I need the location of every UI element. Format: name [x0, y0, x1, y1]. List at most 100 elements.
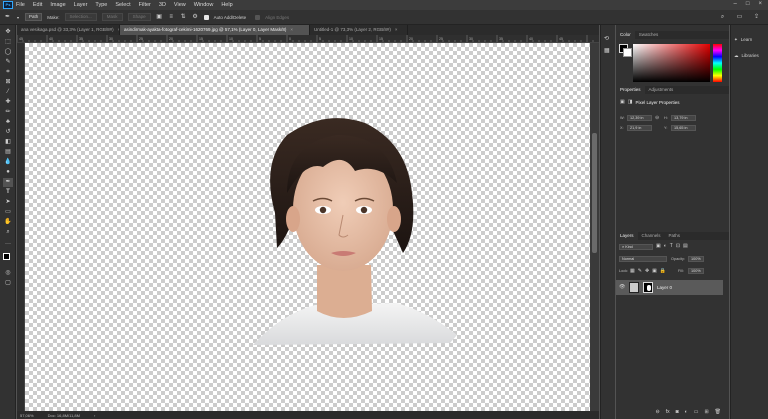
zoom-tool-icon[interactable]: ⌕ — [3, 228, 13, 237]
doc-tab-active-image[interactable]: asindirmak-ayakta-fotograf-cekimi-162076… — [120, 25, 310, 35]
brush-tool-icon[interactable]: ✏ — [3, 108, 13, 117]
bg-color-swatch[interactable] — [623, 48, 632, 57]
lock-artboard-icon[interactable]: ▣ — [652, 268, 657, 274]
learn-panel-button[interactable]: ✦ Learn — [734, 37, 752, 43]
menu-edit[interactable]: Edit — [33, 2, 42, 8]
screen-mode-icon[interactable]: ▢ — [3, 279, 13, 288]
blend-mode-select[interactable]: Normal — [619, 256, 667, 262]
menu-file[interactable]: File — [16, 2, 25, 8]
foreground-color-swatch[interactable] — [3, 253, 10, 260]
tab-layers[interactable]: Layers — [616, 232, 638, 240]
healing-brush-tool-icon[interactable]: ✚ — [3, 98, 13, 107]
lock-move-icon[interactable]: ✥ — [645, 268, 649, 274]
filter-shape-icon[interactable]: ⊡ — [676, 243, 680, 249]
more-tools-icon[interactable]: ··· — [3, 240, 13, 249]
make-shape-button[interactable]: Shape — [127, 13, 151, 21]
fill-field[interactable]: 100% — [688, 268, 704, 274]
share-icon[interactable]: ⇪ — [753, 14, 760, 21]
eraser-tool-icon[interactable]: ◧ — [3, 138, 13, 147]
make-selection-button[interactable]: Selection... — [64, 13, 97, 21]
pen-tool-icon[interactable]: ✒ — [4, 14, 11, 21]
color-picker-field[interactable] — [633, 44, 710, 82]
adjustment-layer-icon[interactable]: ◐ — [685, 409, 688, 419]
chevron-down-icon[interactable]: ▾ — [16, 14, 20, 21]
menu-view[interactable]: View — [174, 2, 186, 8]
history-panel-icon[interactable]: ⟲ — [604, 35, 609, 42]
new-group-icon[interactable]: ▭ — [694, 409, 699, 419]
close-tab-icon[interactable]: × — [395, 27, 398, 32]
visibility-eye-icon[interactable]: 👁 — [619, 284, 625, 290]
chevron-right-icon[interactable]: › — [94, 413, 95, 418]
layer-row-layer-0[interactable]: 👁 Layer 0 — [616, 280, 723, 295]
close-tab-icon[interactable]: × — [290, 27, 293, 32]
blur-tool-icon[interactable]: 💧 — [3, 158, 13, 167]
menu-select[interactable]: Select — [115, 2, 130, 8]
clone-stamp-tool-icon[interactable]: ♣ — [3, 118, 13, 127]
zoom-level[interactable]: 57,06% — [20, 413, 34, 418]
x-field[interactable]: 21,9 in — [627, 125, 652, 131]
doc-tab-untitled-1[interactable]: Untitled-1 @ 73,3% (Layer 2, RGB/8#) × — [310, 25, 408, 35]
vertical-scrollbar[interactable] — [590, 43, 599, 411]
menu-window[interactable]: Window — [194, 2, 214, 8]
filter-adjust-icon[interactable]: ◐ — [664, 243, 667, 249]
path-operations-icon[interactable]: ▣ — [156, 14, 163, 21]
make-mask-button[interactable]: Mask — [101, 13, 123, 21]
lock-all-icon[interactable]: 🔒 — [660, 268, 666, 274]
align-edges-checkbox[interactable] — [255, 14, 261, 20]
auto-add-delete-checkbox[interactable] — [203, 14, 209, 20]
menu-layer[interactable]: Layer — [74, 2, 88, 8]
doc-tab-ana-vesikaga[interactable]: ana vesikaga.psd @ 33,3% (Layer 1, RGB/8… — [17, 25, 120, 35]
move-tool-icon[interactable]: ✥ — [3, 28, 13, 37]
new-layer-icon[interactable]: ⊞ — [704, 409, 708, 419]
quick-select-tool-icon[interactable]: ✎ — [3, 58, 13, 67]
menu-type[interactable]: Type — [95, 2, 107, 8]
tab-swatches[interactable]: Swatches — [635, 31, 663, 39]
layer-mask-thumbnail[interactable] — [643, 282, 653, 293]
opacity-field[interactable]: 100% — [688, 256, 704, 262]
shape-tool-icon[interactable]: ▭ — [3, 208, 13, 217]
width-field[interactable]: 12,39 in — [627, 115, 652, 121]
path-selection-tool-icon[interactable]: ➤ — [3, 198, 13, 207]
menu-image[interactable]: Image — [50, 2, 65, 8]
y-field[interactable]: 15,65 in — [671, 125, 696, 131]
menu-filter[interactable]: Filter — [139, 2, 151, 8]
quick-mask-icon[interactable]: ◎ — [3, 269, 13, 278]
tab-paths[interactable]: Paths — [665, 232, 685, 240]
history-brush-tool-icon[interactable]: ↺ — [3, 128, 13, 137]
path-arrangement-icon[interactable]: ⇅ — [180, 14, 187, 21]
pen-tool-active-icon[interactable]: ✒ — [3, 178, 13, 187]
lasso-tool-icon[interactable]: ◯ — [3, 48, 13, 57]
menu-3d[interactable]: 3D — [159, 2, 166, 8]
hand-tool-icon[interactable]: ✋ — [3, 218, 13, 227]
workspace-icon[interactable]: ▭ — [736, 14, 743, 21]
scrollbar-thumb[interactable] — [592, 133, 597, 253]
trash-icon[interactable]: 🗑 — [715, 409, 721, 419]
frame-tool-icon[interactable]: ⊠ — [3, 78, 13, 87]
brush-presets-icon[interactable]: ▦ — [604, 47, 610, 54]
crop-tool-icon[interactable]: ⌗ — [3, 68, 13, 77]
tab-adjustments[interactable]: Adjustments — [645, 86, 678, 94]
add-mask-icon[interactable]: ◙ — [676, 409, 679, 419]
photoshop-logo-icon[interactable]: Ps — [3, 1, 13, 9]
search-icon[interactable]: ⌕ — [719, 14, 726, 21]
close-icon[interactable]: × — [758, 1, 762, 7]
hue-slider[interactable] — [713, 44, 722, 82]
document-canvas[interactable] — [25, 43, 590, 411]
lock-pixels-icon[interactable]: ▦ — [630, 268, 635, 274]
link-icon[interactable]: ⊖ — [655, 115, 659, 121]
filter-pixel-icon[interactable]: ▣ — [656, 243, 661, 249]
dodge-tool-icon[interactable]: ● — [3, 168, 13, 177]
tab-channels[interactable]: Channels — [638, 232, 665, 240]
fx-icon[interactable]: fx — [666, 409, 670, 419]
minimize-icon[interactable]: – — [734, 1, 737, 7]
lock-paint-icon[interactable]: ✎ — [638, 268, 642, 274]
link-layers-icon[interactable]: ⊖ — [656, 409, 660, 419]
libraries-panel-button[interactable]: ☁ Libraries — [734, 53, 759, 59]
path-alignment-icon[interactable]: ≡ — [168, 14, 175, 21]
tool-mode-select[interactable]: Path — [25, 13, 43, 21]
filter-smart-icon[interactable]: ▤ — [683, 243, 688, 249]
type-tool-icon[interactable]: T — [3, 188, 13, 197]
tab-properties[interactable]: Properties — [616, 86, 645, 94]
menu-help[interactable]: Help — [221, 2, 232, 8]
filter-type-icon[interactable]: T — [670, 243, 673, 249]
